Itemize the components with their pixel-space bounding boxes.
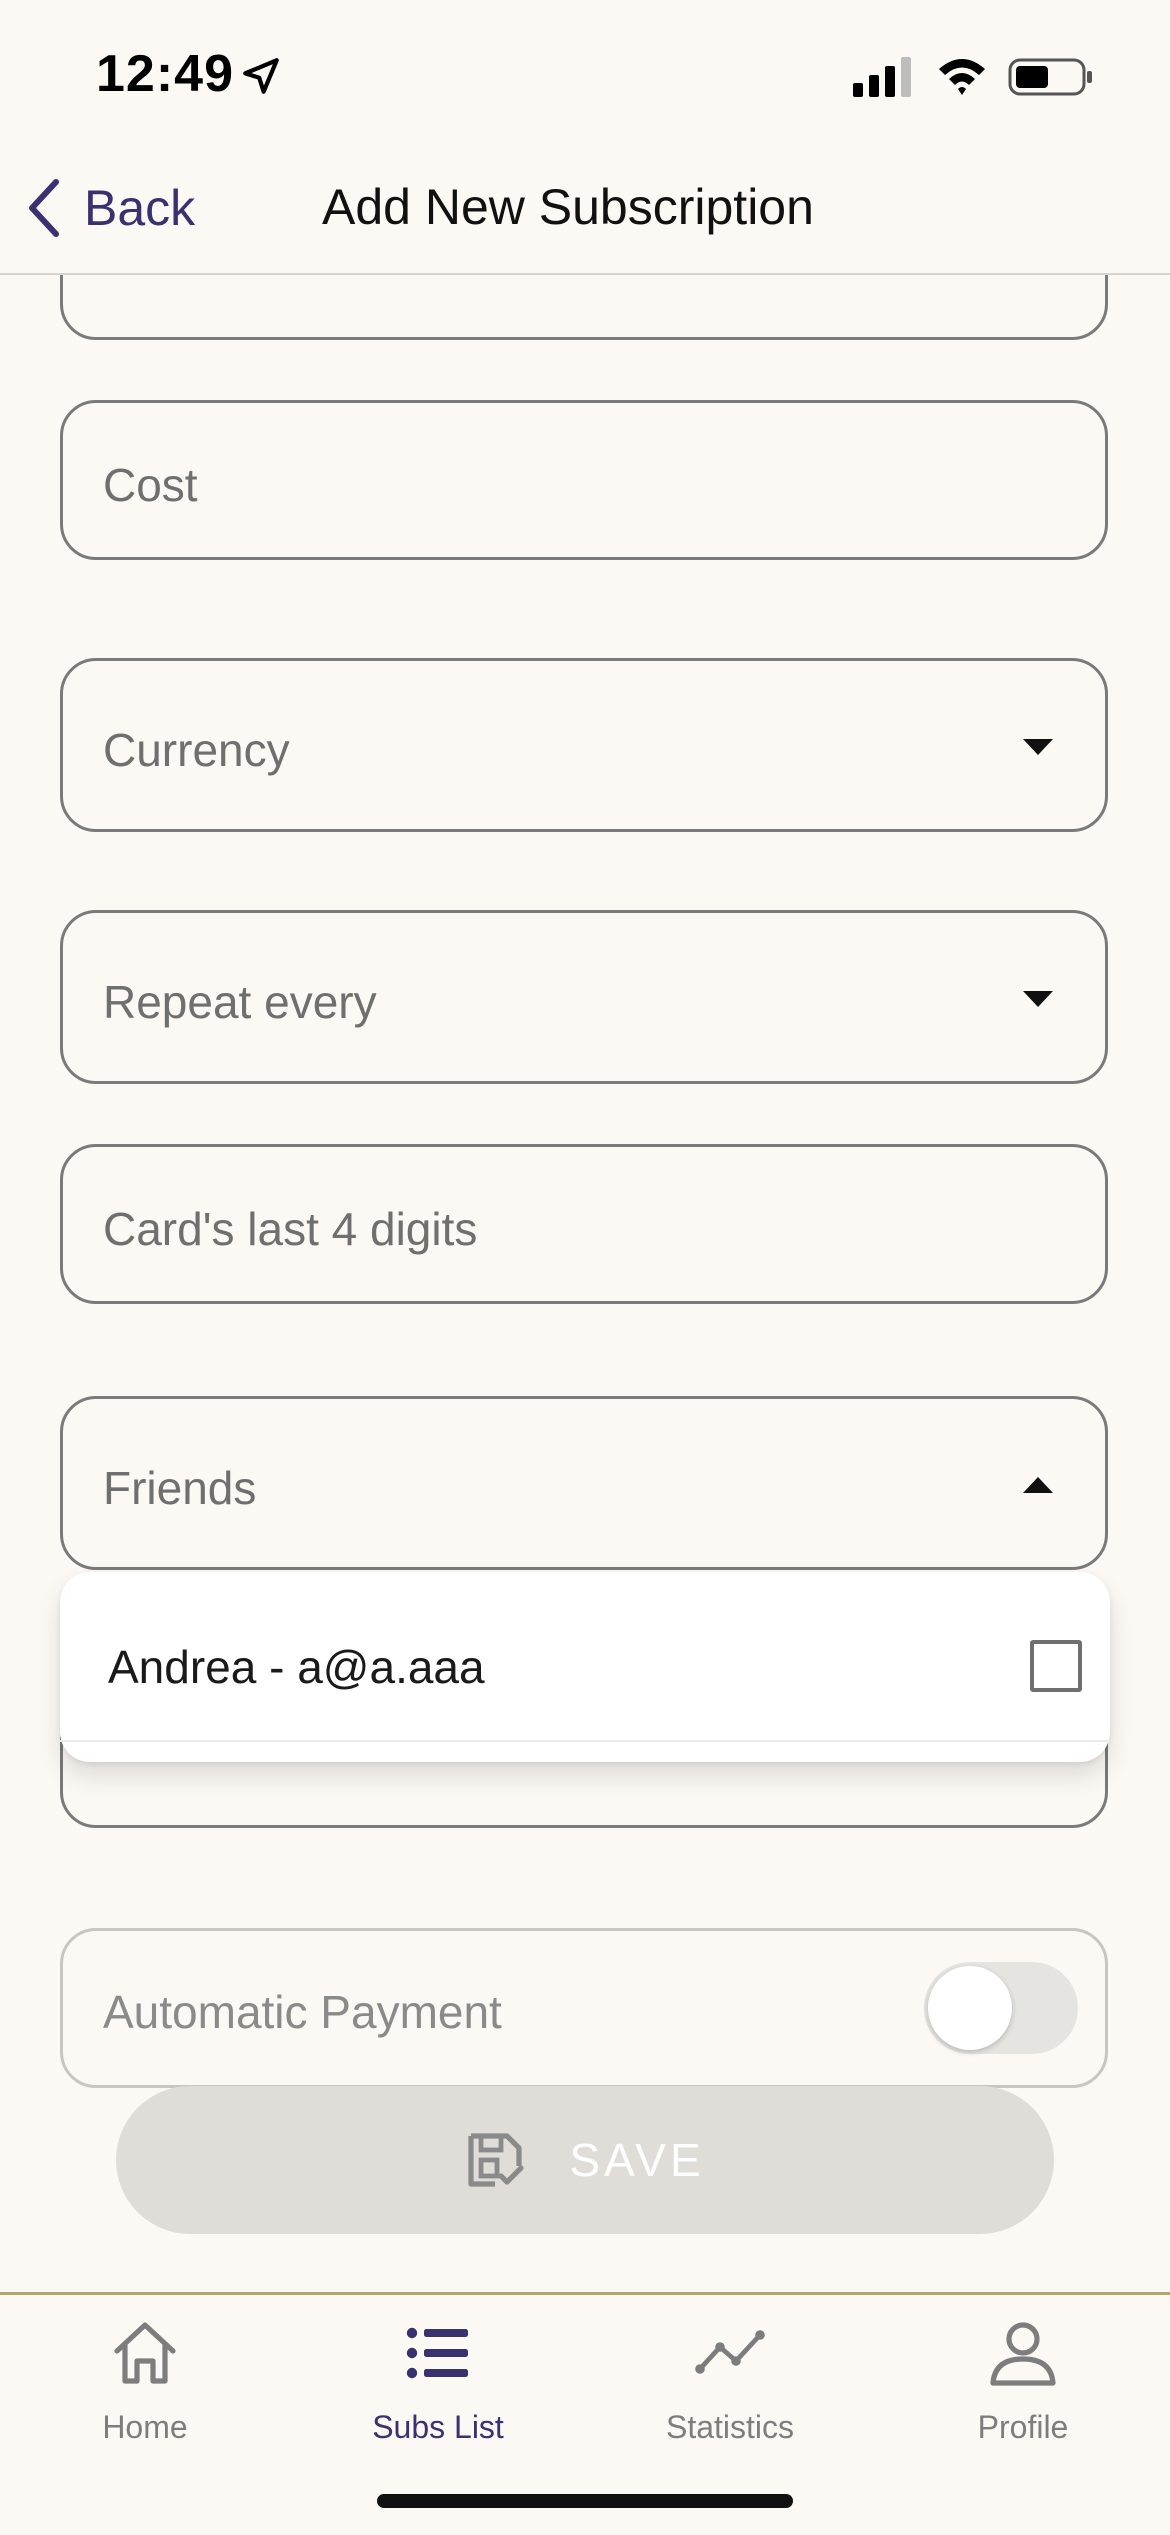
home-icon xyxy=(114,2322,176,2384)
friends-dropdown-menu: Andrea - a@a.aaa xyxy=(60,1572,1110,1762)
friends-select[interactable]: Friends xyxy=(60,1396,1108,1570)
page-title-overlay: Add New Subscription xyxy=(322,179,814,235)
header-overlay: Back Add New Subscription xyxy=(0,150,1170,275)
chart-line-icon xyxy=(695,2330,765,2374)
tab-subs-list[interactable]: Subs List xyxy=(338,2317,538,2467)
tab-statistics-label: Statistics xyxy=(665,2409,795,2445)
tab-home[interactable]: Home xyxy=(45,2317,245,2467)
cost-input[interactable]: Cost xyxy=(60,400,1108,560)
friend-option-label: Andrea - a@a.aaa xyxy=(108,1641,485,1693)
currency-placeholder: Currency xyxy=(103,724,290,776)
friend-option[interactable]: Andrea - a@a.aaa xyxy=(60,1572,1110,1742)
caret-down-icon xyxy=(1023,991,1053,1007)
card-digits-input[interactable]: Card's last 4 digits xyxy=(60,1144,1108,1304)
home-indicator xyxy=(377,2494,793,2508)
friends-placeholder: Friends xyxy=(103,1462,257,1514)
repeat-every-placeholder: Repeat every xyxy=(103,976,377,1028)
tab-subs-list-label: Subs List xyxy=(372,2409,504,2445)
tab-home-label: Home xyxy=(102,2409,188,2445)
tab-profile[interactable]: Profile xyxy=(923,2317,1123,2467)
automatic-payment-toggle[interactable] xyxy=(924,1962,1078,2054)
repeat-every-select[interactable]: Repeat every xyxy=(60,910,1108,1084)
automatic-payment-label: Automatic Payment xyxy=(103,1986,502,2038)
save-icon xyxy=(468,2133,524,2187)
card-digits-placeholder: Card's last 4 digits xyxy=(103,1203,478,1255)
caret-down-icon xyxy=(1023,739,1053,755)
tab-profile-label: Profile xyxy=(977,2409,1069,2445)
chevron-left-icon xyxy=(29,179,59,237)
friend-option-checkbox[interactable] xyxy=(1030,1640,1082,1692)
location-arrow-icon xyxy=(243,58,279,94)
wifi-icon xyxy=(939,59,985,95)
caret-up-icon xyxy=(1023,1477,1053,1493)
currency-select[interactable]: Currency xyxy=(60,658,1108,832)
save-button[interactable]: SAVE xyxy=(116,2086,1054,2234)
back-label: Back xyxy=(84,180,196,236)
toggle-knob xyxy=(928,1966,1012,2050)
battery-icon xyxy=(1008,58,1092,96)
status-time: 12:49 xyxy=(96,45,234,103)
back-button-overlay[interactable]: Back xyxy=(24,172,195,244)
status-bar: 12:49 xyxy=(0,0,1170,150)
tab-statistics[interactable]: Statistics xyxy=(630,2317,830,2467)
cellular-signal-icon xyxy=(853,57,911,97)
list-icon xyxy=(406,2327,468,2379)
person-icon xyxy=(990,2322,1056,2386)
save-label: SAVE xyxy=(569,2134,705,2186)
cost-placeholder: Cost xyxy=(103,459,198,511)
